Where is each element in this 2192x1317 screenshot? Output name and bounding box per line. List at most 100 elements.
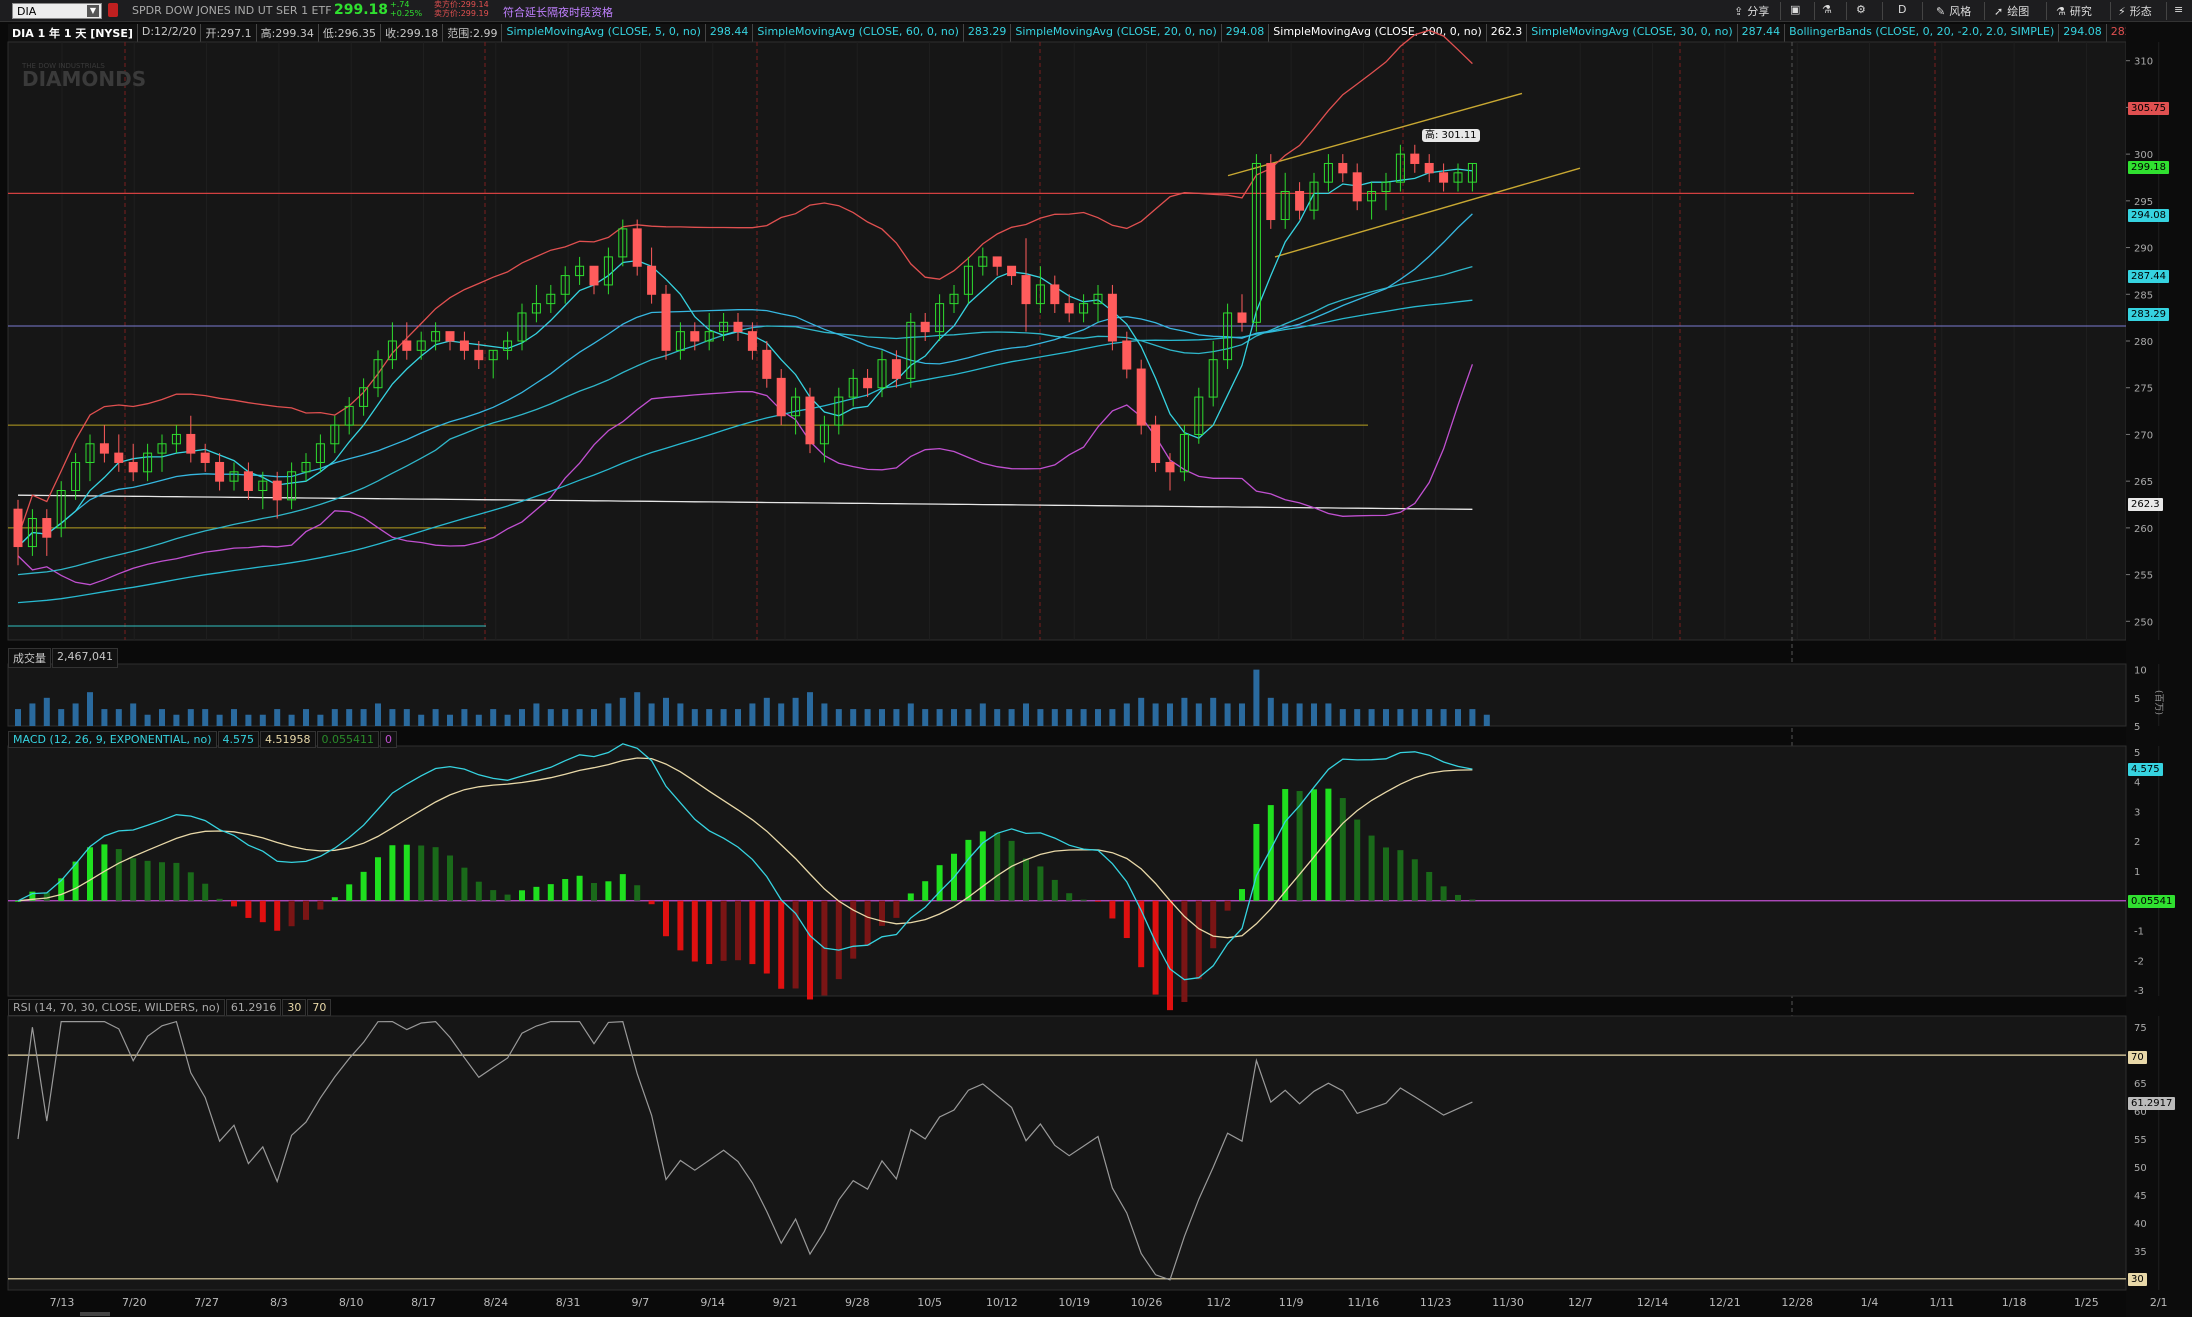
macd-histogram-bar (87, 847, 93, 901)
price-tick-label: 280 (2134, 337, 2153, 348)
volume-bar (591, 709, 597, 726)
volume-bar (1195, 703, 1202, 726)
candle (891, 350, 901, 388)
candle (675, 322, 685, 360)
sma60-line (17, 299, 1473, 604)
volume-bar (879, 709, 885, 726)
candle (85, 434, 95, 482)
candle (1439, 163, 1449, 192)
research-button[interactable]: ⚗ 研究 (2056, 3, 2092, 19)
candle (1266, 154, 1276, 229)
symbol-input[interactable]: DIA ▼ (12, 3, 102, 19)
candle (128, 443, 138, 482)
macd-histogram-bar (1440, 886, 1447, 901)
bollinger-mid-value: 294.08 (2059, 24, 2107, 42)
macd-histogram-bar (259, 900, 266, 923)
price-tick-label: 275 (2134, 384, 2153, 395)
volume-tick-label: 10 (2134, 666, 2147, 677)
date-value: D:12/2/20 (137, 24, 202, 42)
macd-histogram-bar (317, 900, 324, 910)
candle (416, 331, 426, 360)
style-button[interactable]: ✎ 风格 (1936, 3, 1971, 19)
volume-bar (922, 709, 929, 726)
flag-icon[interactable] (108, 3, 118, 17)
volume-bar (893, 709, 900, 726)
sma30-label[interactable]: SimpleMovingAvg (CLOSE, 30, 0, no) (1527, 24, 1738, 42)
candle (877, 350, 887, 398)
candle-body (431, 331, 441, 342)
share-button[interactable]: ⇪ 分享 (1734, 3, 1769, 19)
candle (1367, 182, 1377, 220)
macd-histogram-bar (879, 900, 885, 926)
sma20-label[interactable]: SimpleMovingAvg (CLOSE, 20, 0, no) (1011, 24, 1222, 42)
volume-bar (519, 709, 525, 726)
candle-body (171, 433, 181, 445)
candle-body (373, 359, 383, 389)
candle (1223, 303, 1233, 370)
macd-title[interactable]: MACD (12, 26, 9, EXPONENTIAL, no) (8, 731, 217, 748)
candle-body (71, 461, 81, 491)
candle (531, 284, 541, 323)
sma5-value: 298.44 (705, 24, 754, 42)
rsi-low: 30 (282, 999, 307, 1016)
volume-bar (634, 692, 641, 726)
volume-bar (43, 697, 50, 726)
time-tick-label: 7/20 (122, 1296, 147, 1309)
volume-bar (1051, 709, 1058, 726)
sma200-value: 262.3 (1486, 24, 1528, 42)
volume-bar (375, 703, 381, 726)
sma200-label[interactable]: SimpleMovingAvg (CLOSE, 200, 0, no) (1269, 24, 1487, 42)
volume-title[interactable]: 成交量 (8, 648, 51, 668)
candle (387, 322, 397, 370)
macd-histogram-bar (389, 845, 396, 901)
volume-value: 2,467,041 (52, 648, 118, 668)
screenshot-button[interactable]: ▣ (1790, 3, 1800, 16)
macd-histogram-bar (43, 892, 50, 901)
candle (56, 481, 66, 538)
period-label[interactable]: DIA 1 年 1 天 [NYSE] (8, 24, 138, 42)
panel-background (7, 41, 2127, 641)
bollinger-lower-line (17, 364, 1474, 586)
volume-bar (907, 703, 914, 726)
candle-body (1050, 284, 1060, 305)
macd-histogram-bar (792, 900, 799, 989)
macd-histogram-bar (303, 900, 309, 920)
macd-tick-label: -3 (2134, 986, 2144, 997)
rsi-line (17, 1020, 1473, 1281)
candle (330, 415, 340, 454)
macd-histogram-bar (1397, 850, 1404, 901)
candle-body (272, 480, 282, 501)
volume-bar (965, 709, 972, 726)
price-tick-label: 250 (2134, 617, 2153, 628)
candle (459, 331, 469, 360)
camera-icon: ▣ (1790, 3, 1801, 16)
candle-body (791, 396, 801, 417)
candle-body (1165, 461, 1175, 473)
volume-bar (418, 714, 425, 726)
settings-button[interactable]: ⚙ (1856, 3, 1866, 16)
flask-button[interactable]: ⚗ (1822, 3, 1832, 16)
macd-tick-label: 4 (2134, 778, 2140, 789)
bollinger-label[interactable]: BollingerBands (CLOSE, 0, 20, -2.0, 2.0,… (1785, 24, 2060, 42)
sma60-label[interactable]: SimpleMovingAvg (CLOSE, 60, 0, no) (753, 24, 964, 42)
pattern-button[interactable]: ⚡ 形态 (2118, 3, 2152, 19)
time-tick-label: 11/30 (1492, 1296, 1524, 1309)
candle-body (978, 256, 988, 267)
candle (1151, 415, 1161, 472)
candle-body (1179, 433, 1189, 473)
draw-button[interactable]: ➚ 绘图 (1994, 3, 2029, 19)
menu-button[interactable]: ≡ (2174, 3, 2183, 16)
drawing-set-button[interactable]: D (1898, 3, 1906, 16)
sma5-label[interactable]: SimpleMovingAvg (CLOSE, 5, 0, no) (502, 24, 706, 42)
chevron-down-icon[interactable]: ▼ (87, 5, 99, 17)
rsi-title[interactable]: RSI (14, 70, 30, CLOSE, WILDERS, no) (8, 999, 225, 1016)
candle-body (1410, 153, 1420, 164)
candle (1453, 163, 1463, 192)
macd-histogram-bar (375, 857, 381, 901)
range-value: 范围:2.99 (443, 24, 503, 42)
candle-body (1280, 191, 1290, 221)
chart-canvas[interactable]: 250255260265270275280285290295300305310 … (0, 0, 2192, 1317)
rsi-high: 70 (307, 999, 332, 1016)
macd-histogram-bar (1368, 835, 1375, 901)
macd-histogram-bar (576, 875, 583, 901)
